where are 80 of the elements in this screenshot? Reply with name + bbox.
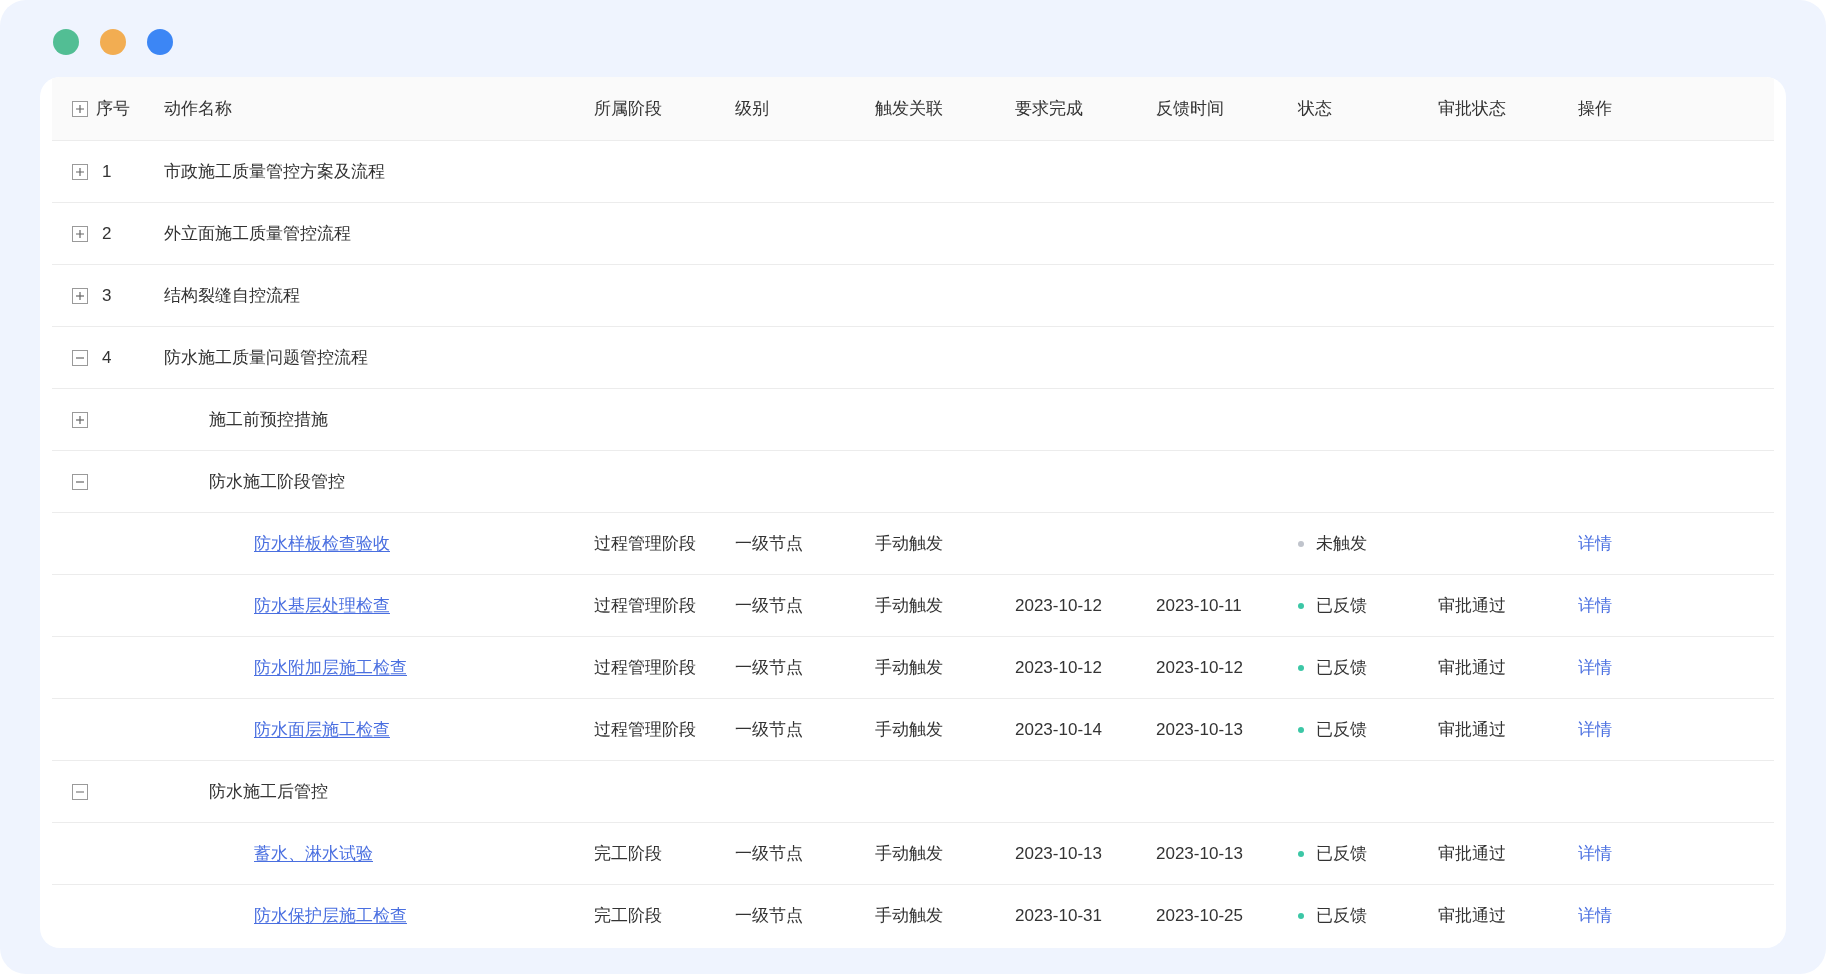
date-text: 2023-10-12	[1015, 595, 1102, 615]
row-number: 1	[102, 160, 112, 183]
date-text: 2023-10-31	[1015, 906, 1102, 926]
group-name: 防水施工后管控	[209, 781, 328, 801]
stage-text: 过程管理阶段	[594, 657, 696, 677]
status-text: 已反馈	[1316, 656, 1367, 679]
column-header: 审批状态	[1438, 98, 1506, 118]
level-text: 一级节点	[735, 843, 803, 863]
row-number: 4	[102, 346, 112, 369]
status-text: 已反馈	[1316, 594, 1367, 617]
approval-text: 审批通过	[1438, 595, 1506, 615]
expand-icon[interactable]	[72, 163, 88, 180]
status-text: 已反馈	[1316, 905, 1367, 928]
trigger-text: 手动触发	[875, 906, 943, 926]
stage-text: 过程管理阶段	[594, 719, 696, 739]
expand-icon[interactable]	[72, 225, 88, 242]
date-text: 2023-10-25	[1156, 906, 1243, 926]
group-name: 市政施工质量管控方案及流程	[164, 161, 385, 181]
date-text: 2023-10-13	[1015, 843, 1102, 863]
level-text: 一级节点	[735, 906, 803, 926]
date-text: 2023-10-11	[1156, 595, 1242, 615]
row-number: 2	[102, 222, 112, 245]
date-text: 2023-10-12	[1015, 657, 1102, 677]
level-text: 一级节点	[735, 719, 803, 739]
column-header: 触发关联	[875, 98, 943, 118]
column-header: 动作名称	[164, 98, 232, 118]
approval-text: 审批通过	[1438, 657, 1506, 677]
action-link[interactable]: 防水保护层施工检查	[254, 906, 407, 926]
action-link[interactable]: 防水基层处理检查	[254, 595, 390, 615]
collapse-icon[interactable]	[72, 783, 88, 800]
collapse-icon[interactable]	[72, 349, 88, 366]
details-link[interactable]: 详情	[1578, 906, 1612, 926]
date-text: 2023-10-13	[1156, 843, 1243, 863]
expand-icon[interactable]	[72, 287, 88, 304]
group-name: 结构裂缝自控流程	[164, 285, 300, 305]
status-text: 已反馈	[1316, 842, 1367, 865]
approval-text: 审批通过	[1438, 843, 1506, 863]
action-link[interactable]: 防水面层施工检查	[254, 719, 390, 739]
date-text: 2023-10-14	[1015, 719, 1102, 739]
row-number: 3	[102, 284, 112, 307]
level-text: 一级节点	[735, 657, 803, 677]
group-name: 防水施工质量问题管控流程	[164, 347, 368, 367]
details-link[interactable]: 详情	[1578, 719, 1612, 739]
column-header: 序号	[96, 97, 130, 120]
stage-text: 完工阶段	[594, 906, 662, 926]
level-text: 一级节点	[735, 533, 803, 553]
date-text: 2023-10-12	[1156, 657, 1243, 677]
action-link[interactable]: 蓄水、淋水试验	[254, 843, 373, 863]
column-header: 状态	[1298, 98, 1332, 118]
trigger-text: 手动触发	[875, 719, 943, 739]
column-header: 级别	[735, 98, 769, 118]
column-header: 所属阶段	[594, 98, 662, 118]
trigger-text: 手动触发	[875, 533, 943, 553]
action-link[interactable]: 防水附加层施工检查	[254, 657, 407, 677]
column-header: 要求完成	[1015, 98, 1083, 118]
trigger-text: 手动触发	[875, 843, 943, 863]
trigger-text: 手动触发	[875, 595, 943, 615]
details-link[interactable]: 详情	[1578, 657, 1612, 677]
group-name: 防水施工阶段管控	[209, 471, 345, 491]
column-header: 反馈时间	[1156, 98, 1224, 118]
stage-text: 过程管理阶段	[594, 533, 696, 553]
date-text: 2023-10-13	[1156, 719, 1243, 739]
details-link[interactable]: 详情	[1578, 595, 1612, 615]
approval-text: 审批通过	[1438, 906, 1506, 926]
trigger-text: 手动触发	[875, 657, 943, 677]
level-text: 一级节点	[735, 595, 803, 615]
expand-icon[interactable]	[72, 100, 88, 117]
status-text: 已反馈	[1316, 718, 1367, 741]
approval-text: 审批通过	[1438, 719, 1506, 739]
action-link[interactable]: 防水样板检查验收	[254, 533, 390, 553]
details-link[interactable]: 详情	[1578, 843, 1612, 863]
column-header: 操作	[1578, 98, 1612, 118]
stage-text: 完工阶段	[594, 843, 662, 863]
expand-icon[interactable]	[72, 411, 88, 428]
group-name: 施工前预控措施	[209, 409, 328, 429]
stage-text: 过程管理阶段	[594, 595, 696, 615]
collapse-icon[interactable]	[72, 473, 88, 490]
status-text: 未触发	[1316, 532, 1367, 555]
details-link[interactable]: 详情	[1578, 533, 1612, 553]
group-name: 外立面施工质量管控流程	[164, 223, 351, 243]
